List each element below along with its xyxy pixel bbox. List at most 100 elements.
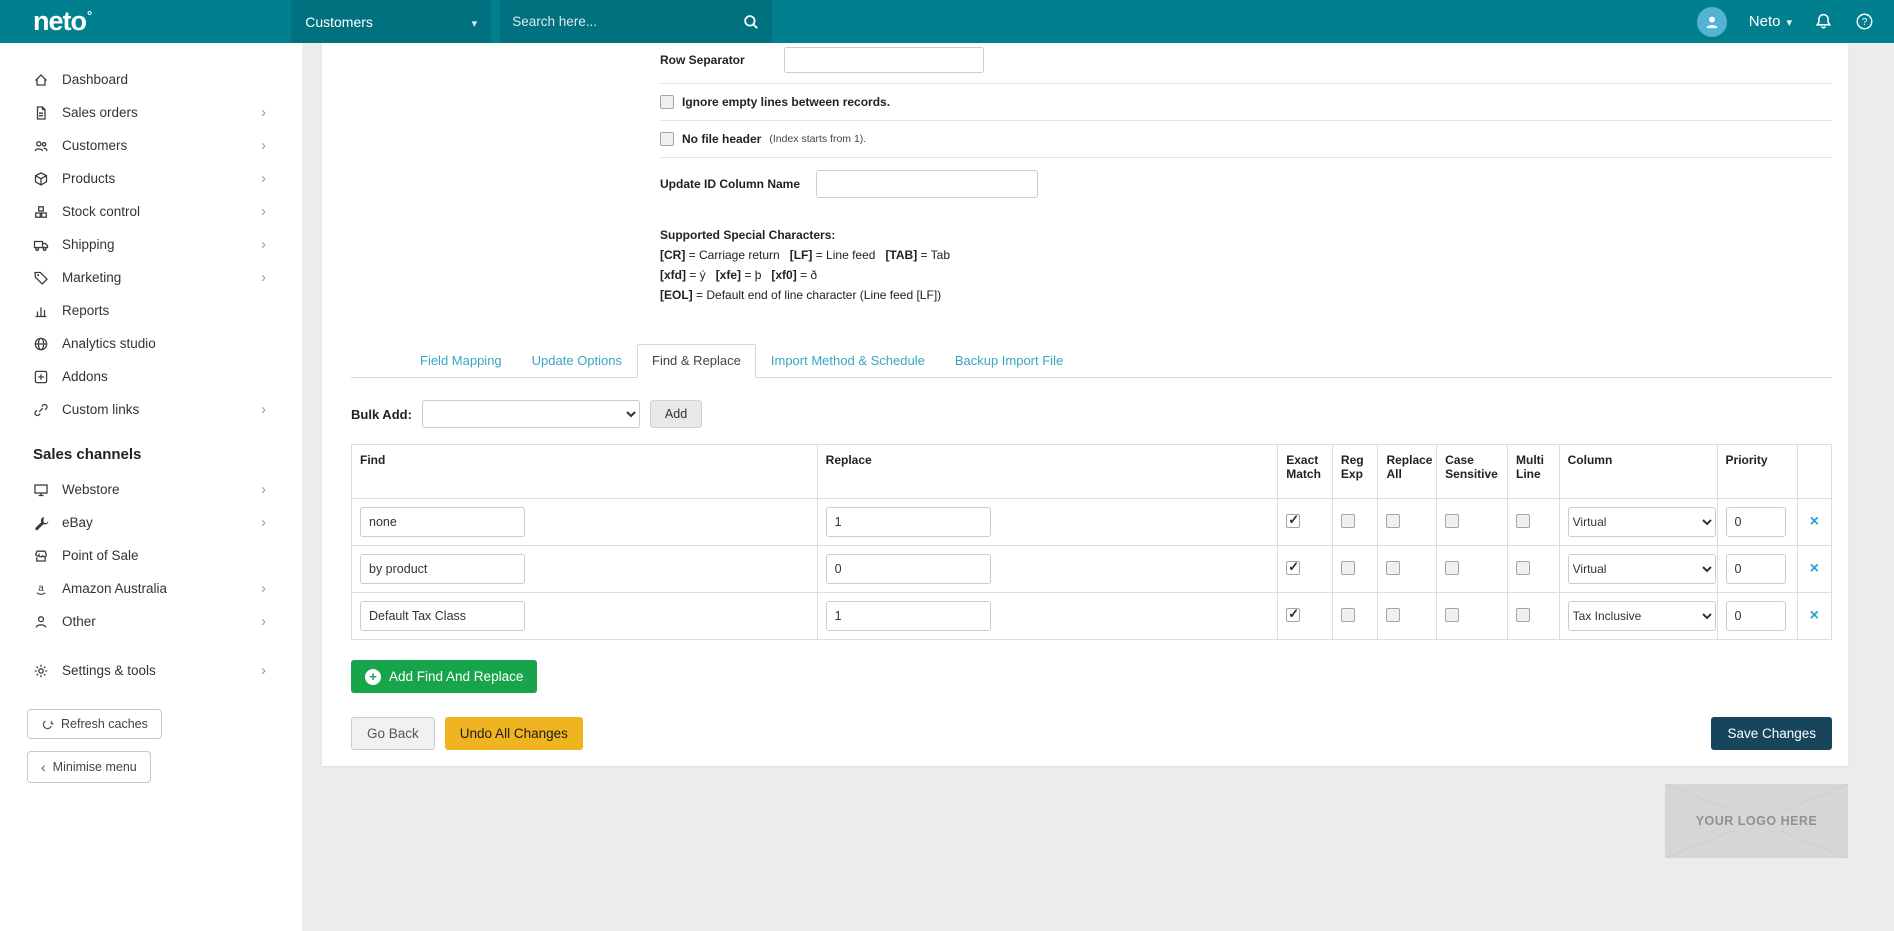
link-icon bbox=[33, 402, 49, 418]
chevron-right-icon bbox=[261, 203, 266, 220]
refresh-caches-button[interactable]: Refresh caches bbox=[27, 709, 162, 739]
find-input[interactable] bbox=[360, 601, 525, 631]
neto-logo[interactable]: neto ° bbox=[33, 8, 92, 35]
replace-input[interactable] bbox=[825, 601, 991, 631]
go-back-button[interactable]: Go Back bbox=[351, 717, 435, 750]
chevron-right-icon bbox=[261, 236, 266, 253]
analytics-globe-icon bbox=[33, 336, 49, 352]
sidebar-item-products[interactable]: Products bbox=[0, 162, 302, 195]
sidebar-item-settings-tools[interactable]: Settings & tools bbox=[0, 654, 302, 687]
sidebar-item-ebay[interactable]: eBay bbox=[0, 506, 302, 539]
sidebar-item-stock-control[interactable]: Stock control bbox=[0, 195, 302, 228]
account-menu[interactable]: Neto bbox=[1749, 13, 1792, 30]
reg-exp-checkbox[interactable] bbox=[1340, 513, 1355, 528]
sidebar-item-customers[interactable]: Customers bbox=[0, 129, 302, 162]
sidebar-item-analytics-studio[interactable]: Analytics studio bbox=[0, 327, 302, 360]
divider bbox=[660, 157, 1832, 158]
sidebar-item-reports[interactable]: Reports bbox=[0, 294, 302, 327]
chevron-right-icon bbox=[261, 662, 266, 679]
sidebar-item-dashboard[interactable]: Dashboard bbox=[0, 63, 302, 96]
bulk-add-select[interactable] bbox=[421, 400, 640, 428]
sidebar-item-label: Shipping bbox=[62, 237, 115, 252]
tab-find-replace[interactable]: Find & Replace bbox=[637, 344, 756, 378]
plus-circle-icon bbox=[365, 668, 381, 685]
multi-line-checkbox[interactable] bbox=[1516, 560, 1531, 575]
ignore-empty-lines-checkbox[interactable] bbox=[660, 95, 674, 109]
sidebar-item-label: Stock control bbox=[62, 204, 141, 219]
column-select[interactable]: Virtual bbox=[1567, 507, 1716, 537]
sidebar-item-amazon-australia[interactable]: a Amazon Australia bbox=[0, 572, 302, 605]
notifications-bell-icon[interactable] bbox=[1814, 12, 1833, 31]
help-icon[interactable]: ? bbox=[1855, 12, 1874, 31]
exact-match-checkbox[interactable] bbox=[1286, 512, 1301, 528]
priority-input[interactable] bbox=[1725, 554, 1786, 584]
find-input[interactable] bbox=[360, 507, 525, 537]
shipping-truck-icon bbox=[33, 237, 49, 253]
special-characters-line: [CR] = Carriage return [LF] = Line feed … bbox=[660, 248, 951, 262]
save-changes-button[interactable]: Save Changes bbox=[1711, 717, 1832, 750]
addons-plus-icon bbox=[33, 369, 49, 385]
global-search bbox=[500, 0, 773, 43]
multi-line-checkbox[interactable] bbox=[1516, 513, 1531, 528]
column-select[interactable]: Tax Inclusive bbox=[1567, 601, 1716, 631]
undo-all-changes-button[interactable]: Undo All Changes bbox=[444, 717, 583, 750]
form-actions: Go Back Undo All Changes Save Changes bbox=[351, 717, 1832, 750]
sidebar-item-webstore[interactable]: Webstore bbox=[0, 473, 302, 506]
avatar[interactable] bbox=[1696, 6, 1727, 37]
sidebar-item-label: Products bbox=[62, 171, 116, 186]
case-sensitive-checkbox[interactable] bbox=[1445, 607, 1460, 622]
delete-row-button[interactable] bbox=[1806, 514, 1823, 530]
special-characters-title: Supported Special Characters: bbox=[660, 228, 836, 242]
tab-update-options[interactable]: Update Options bbox=[517, 344, 637, 378]
find-replace-table: Find Replace Exact Match Reg Exp Replace… bbox=[351, 444, 1833, 640]
reg-exp-checkbox[interactable] bbox=[1340, 560, 1355, 575]
tab-field-mapping[interactable]: Field Mapping bbox=[405, 344, 517, 378]
context-select[interactable]: Customers bbox=[291, 0, 492, 43]
row-separator-input[interactable] bbox=[784, 47, 984, 73]
search-icon[interactable] bbox=[742, 13, 760, 31]
bulk-add-button[interactable]: Add bbox=[649, 400, 703, 428]
sidebar-item-label: Customers bbox=[62, 138, 128, 153]
sidebar-item-point-of-sale[interactable]: Point of Sale bbox=[0, 539, 302, 572]
minimise-menu-button[interactable]: Minimise menu bbox=[27, 751, 151, 783]
col-header-find: Find bbox=[351, 444, 818, 499]
update-id-input[interactable] bbox=[816, 170, 1039, 198]
sidebar-item-shipping[interactable]: Shipping bbox=[0, 228, 302, 261]
priority-input[interactable] bbox=[1725, 507, 1786, 537]
sidebar-item-sales-orders[interactable]: Sales orders bbox=[0, 96, 302, 129]
exact-match-checkbox[interactable] bbox=[1286, 606, 1301, 622]
replace-all-checkbox[interactable] bbox=[1386, 607, 1401, 622]
column-select[interactable]: Virtual bbox=[1567, 554, 1716, 584]
refresh-icon bbox=[41, 718, 54, 731]
no-file-header-checkbox[interactable] bbox=[660, 132, 674, 146]
sidebar-item-custom-links[interactable]: Custom links bbox=[0, 393, 302, 426]
ebay-wrench-icon bbox=[33, 515, 49, 531]
delete-row-button[interactable] bbox=[1806, 561, 1823, 577]
case-sensitive-checkbox[interactable] bbox=[1445, 560, 1460, 575]
tab-import-method-schedule[interactable]: Import Method & Schedule bbox=[756, 344, 940, 378]
replace-input[interactable] bbox=[825, 554, 991, 584]
replace-all-checkbox[interactable] bbox=[1386, 560, 1401, 575]
update-id-row: Update ID Column Name bbox=[660, 170, 1832, 198]
add-find-replace-button[interactable]: Add Find And Replace bbox=[351, 660, 538, 693]
sidebar-item-addons[interactable]: Addons bbox=[0, 360, 302, 393]
find-input[interactable] bbox=[360, 554, 525, 584]
priority-input[interactable] bbox=[1725, 601, 1786, 631]
sidebar-item-other[interactable]: Other bbox=[0, 605, 302, 638]
row-separator-label: Row Separator bbox=[660, 53, 745, 67]
multi-line-checkbox[interactable] bbox=[1516, 607, 1531, 622]
sidebar-item-marketing[interactable]: Marketing bbox=[0, 261, 302, 294]
replace-input[interactable] bbox=[825, 507, 991, 537]
col-header-replace: Replace bbox=[816, 444, 1279, 499]
sidebar: Dashboard Sales orders Customers Product… bbox=[0, 43, 302, 931]
search-input[interactable] bbox=[512, 14, 743, 29]
sidebar-item-label: Amazon Australia bbox=[62, 581, 168, 596]
replace-all-checkbox[interactable] bbox=[1386, 513, 1401, 528]
reg-exp-checkbox[interactable] bbox=[1340, 607, 1355, 622]
delete-row-button[interactable] bbox=[1806, 608, 1823, 624]
reports-chart-icon bbox=[33, 303, 49, 319]
case-sensitive-checkbox[interactable] bbox=[1445, 513, 1460, 528]
exact-match-checkbox[interactable] bbox=[1286, 559, 1301, 575]
svg-text:a: a bbox=[38, 583, 44, 594]
tab-backup-import-file[interactable]: Backup Import File bbox=[940, 344, 1078, 378]
